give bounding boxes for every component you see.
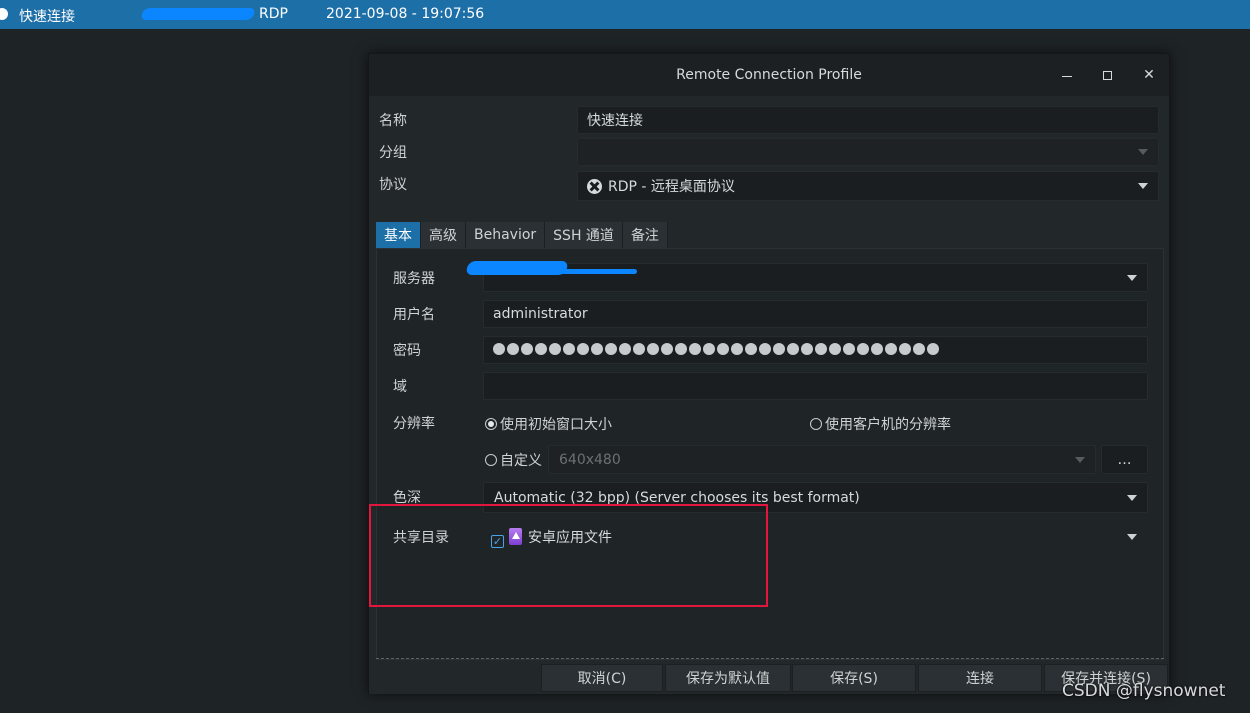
minimize-icon bbox=[1062, 75, 1072, 77]
password-dot bbox=[605, 343, 617, 355]
maximize-icon bbox=[1102, 70, 1112, 80]
watermark: CSDN @flysnownet bbox=[1062, 681, 1226, 701]
radio-initial-window-size[interactable]: 使用初始窗口大小 bbox=[485, 414, 612, 434]
password-dot bbox=[815, 343, 827, 355]
password-dot bbox=[913, 343, 925, 355]
password-dot bbox=[549, 343, 561, 355]
highlight-annotation-box bbox=[369, 504, 768, 607]
password-dot bbox=[717, 343, 729, 355]
more-icon: … bbox=[1117, 451, 1132, 468]
protocol-icon bbox=[0, 8, 8, 20]
row-timestamp: 2021-09-08 - 19:07:56 bbox=[326, 6, 485, 22]
custom-resolution-select[interactable]: 640x480 bbox=[548, 445, 1096, 474]
password-dot bbox=[619, 343, 631, 355]
redacted-server-address bbox=[465, 261, 637, 275]
password-dot bbox=[633, 343, 645, 355]
password-dot bbox=[661, 343, 673, 355]
resolution-label: 分辨率 bbox=[393, 416, 435, 432]
connection-list-row-selected[interactable]: 快速连接 RDP 2021-09-08 - 19:07:56 bbox=[0, 0, 1250, 29]
name-field[interactable]: 快速连接 bbox=[577, 106, 1159, 134]
password-dot bbox=[535, 343, 547, 355]
dialog-title: Remote Connection Profile bbox=[676, 67, 862, 83]
radio-initial-label: 使用初始窗口大小 bbox=[500, 417, 612, 433]
custom-resolution-value: 640x480 bbox=[559, 451, 621, 468]
save-button[interactable]: 保存(S) bbox=[792, 664, 916, 692]
password-dot bbox=[899, 343, 911, 355]
close-button[interactable]: ✕ bbox=[1139, 65, 1159, 85]
domain-input[interactable] bbox=[483, 372, 1148, 400]
name-value: 快速连接 bbox=[587, 113, 643, 129]
tab-ssh-tunnel[interactable]: SSH 通道 bbox=[545, 222, 623, 248]
password-mask bbox=[493, 343, 939, 355]
password-dot bbox=[745, 343, 757, 355]
password-dot bbox=[773, 343, 785, 355]
row-connection-name: 快速连接 bbox=[19, 9, 75, 25]
password-dot bbox=[759, 343, 771, 355]
redacted-server bbox=[140, 8, 256, 20]
radio-checked-icon bbox=[485, 418, 497, 430]
resolution-more-button[interactable]: … bbox=[1101, 445, 1148, 474]
password-dot bbox=[591, 343, 603, 355]
cancel-button[interactable]: 取消(C) bbox=[541, 664, 663, 692]
maximize-button[interactable] bbox=[1097, 65, 1117, 85]
dialog-button-bar: 取消(C) 保存为默认值 保存(S) 连接 保存并连接(S) bbox=[369, 662, 1169, 694]
minimize-button[interactable] bbox=[1057, 65, 1077, 85]
username-label: 用户名 bbox=[393, 307, 435, 323]
password-dot bbox=[563, 343, 575, 355]
password-dot bbox=[801, 343, 813, 355]
chevron-down-icon bbox=[1127, 494, 1137, 501]
password-dot bbox=[829, 343, 841, 355]
radio-client-resolution[interactable]: 使用客户机的分辨率 bbox=[810, 414, 951, 434]
domain-label: 域 bbox=[393, 379, 407, 395]
tab-basic[interactable]: 基本 bbox=[376, 222, 421, 248]
password-dot bbox=[843, 343, 855, 355]
connect-button[interactable]: 连接 bbox=[918, 664, 1042, 692]
password-dot bbox=[507, 343, 519, 355]
password-dot bbox=[647, 343, 659, 355]
panel-divider bbox=[376, 658, 1164, 659]
tab-notes[interactable]: 备注 bbox=[622, 222, 668, 248]
group-select[interactable] bbox=[577, 138, 1159, 166]
username-value: administrator bbox=[493, 306, 588, 322]
password-label: 密码 bbox=[393, 343, 421, 359]
password-dot bbox=[577, 343, 589, 355]
password-dot bbox=[927, 343, 939, 355]
password-dot bbox=[689, 343, 701, 355]
chevron-down-icon bbox=[1127, 274, 1137, 281]
radio-unchecked-icon bbox=[485, 454, 497, 466]
protocol-value: RDP - 远程桌面协议 bbox=[608, 179, 735, 195]
protocol-label: 协议 bbox=[379, 177, 407, 193]
radio-unchecked-icon bbox=[810, 418, 822, 430]
name-label: 名称 bbox=[379, 113, 407, 129]
password-dot bbox=[493, 343, 505, 355]
password-dot bbox=[857, 343, 869, 355]
close-icon: ✕ bbox=[1143, 67, 1155, 83]
tab-advanced[interactable]: 高级 bbox=[421, 222, 466, 248]
radio-custom-label: 自定义 bbox=[500, 453, 542, 469]
password-dot bbox=[521, 343, 533, 355]
dialog-titlebar[interactable]: Remote Connection Profile ✕ bbox=[369, 54, 1169, 96]
password-dot bbox=[787, 343, 799, 355]
chevron-down-icon bbox=[1138, 149, 1148, 155]
password-dot bbox=[871, 343, 883, 355]
rdp-protocol-icon bbox=[587, 178, 602, 194]
protocol-select[interactable]: RDP - 远程桌面协议 bbox=[577, 171, 1159, 201]
password-dot bbox=[731, 343, 743, 355]
username-input[interactable]: administrator bbox=[483, 300, 1148, 328]
radio-client-label: 使用客户机的分辨率 bbox=[825, 417, 951, 433]
group-label: 分组 bbox=[379, 145, 407, 161]
chevron-down-icon bbox=[1075, 456, 1085, 463]
server-label: 服务器 bbox=[393, 271, 435, 287]
password-dot bbox=[703, 343, 715, 355]
save-as-default-button[interactable]: 保存为默认值 bbox=[665, 664, 791, 692]
tab-behavior[interactable]: Behavior bbox=[466, 222, 546, 248]
row-protocol: RDP bbox=[259, 6, 288, 22]
password-input[interactable] bbox=[483, 336, 1148, 364]
radio-custom-resolution[interactable]: 自定义 bbox=[485, 450, 542, 470]
chevron-down-icon bbox=[1127, 533, 1137, 540]
password-dot bbox=[885, 343, 897, 355]
settings-tabs: 基本 高级 Behavior SSH 通道 备注 bbox=[376, 222, 668, 248]
chevron-down-icon bbox=[1138, 183, 1148, 189]
password-dot bbox=[675, 343, 687, 355]
